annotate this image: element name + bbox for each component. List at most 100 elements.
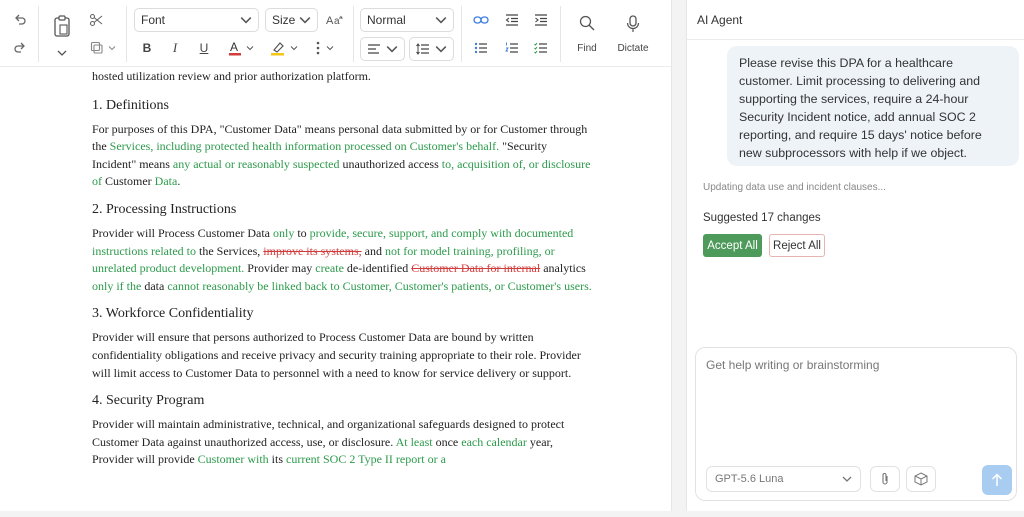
dictate-label: Dictate: [617, 42, 649, 54]
line-spacing-select[interactable]: [409, 37, 454, 61]
ribbon-toolbar: Font Size Aa B I U A Normal Find Dictate: [0, 0, 671, 67]
chevron-down-icon: [326, 46, 334, 51]
indent-icon: [535, 14, 547, 26]
document-body[interactable]: hosted utilization review and prior auth…: [92, 68, 592, 469]
suggested-changes-count: Suggested 17 changes: [703, 212, 821, 224]
underline-icon: U: [199, 41, 209, 55]
highlight-button[interactable]: [266, 38, 302, 58]
text-case-icon: Aa: [326, 15, 343, 27]
chevron-down-icon: [299, 17, 311, 24]
search-icon: [579, 15, 595, 30]
font-color-button[interactable]: A: [224, 38, 258, 58]
tracked-insertion[interactable]: Services, including protected health inf…: [110, 139, 499, 153]
font-size-select[interactable]: Size: [265, 8, 318, 32]
copy-button[interactable]: [86, 38, 120, 58]
highlighter-icon: [271, 42, 284, 56]
more-vertical-icon: [316, 41, 320, 55]
chevron-down-icon: [108, 46, 116, 51]
chevron-down-icon: [842, 476, 852, 482]
scissors-icon: [89, 13, 103, 27]
agent-header: AI Agent: [687, 0, 1024, 40]
accept-all-button[interactable]: Accept All: [703, 234, 762, 257]
text-run: its: [268, 452, 286, 467]
user-message-bubble: Please revise this DPA for a healthcare …: [727, 46, 1019, 166]
link-icon: [473, 16, 489, 24]
tracked-deletion[interactable]: Customer Data for internal: [411, 261, 540, 275]
tracked-insertion[interactable]: Customer with: [198, 452, 269, 466]
italic-icon: I: [172, 40, 178, 55]
microphone-icon: [626, 14, 640, 32]
find-label: Find: [577, 42, 597, 54]
security-paragraph: Provider will maintain administrative, t…: [92, 416, 592, 469]
alignment-select[interactable]: [360, 37, 405, 61]
workforce-paragraph: Provider will ensure that persons author…: [92, 330, 581, 380]
send-button[interactable]: [982, 465, 1012, 495]
bullet-list-button[interactable]: [470, 38, 492, 58]
paste-button[interactable]: [50, 12, 74, 40]
font-size-label: Size: [272, 13, 296, 27]
bold-icon: B: [142, 41, 152, 55]
chevron-down-icon: [246, 46, 254, 51]
dictate-button[interactable]: Dictate: [612, 10, 654, 58]
toolbar-divider: [38, 6, 39, 62]
section-heading: 3. Workforce Confidentiality: [92, 306, 254, 322]
text-run: .: [177, 174, 181, 189]
cut-button[interactable]: [86, 10, 106, 30]
paragraph-style-select[interactable]: Normal: [360, 8, 454, 32]
tracked-insertion[interactable]: only if the: [92, 279, 141, 293]
more-formatting-button[interactable]: [310, 38, 340, 58]
copy-icon: [90, 41, 103, 54]
intro-paragraph: hosted utilization review and prior auth…: [92, 68, 592, 86]
find-button[interactable]: Find: [568, 10, 606, 58]
chevron-down-icon: [57, 50, 67, 56]
tracked-insertion[interactable]: cannot reasonably be linked back to Cust…: [167, 279, 591, 293]
tracked-insertion[interactable]: only: [273, 226, 294, 240]
chevron-down-icon: [290, 46, 298, 51]
italic-button[interactable]: I: [166, 38, 184, 58]
bullet-list-icon: [474, 42, 487, 54]
numbered-list-button[interactable]: [501, 38, 523, 58]
undo-button[interactable]: [10, 10, 30, 30]
section-heading: 4. Security Program: [92, 393, 205, 409]
underline-button[interactable]: U: [195, 38, 213, 58]
tracked-insertion[interactable]: current SOC 2 Type II report or a: [286, 452, 446, 466]
tracked-deletion[interactable]: improve its systems,: [263, 244, 361, 258]
cube-icon: [914, 472, 928, 486]
text-run: de-identified: [343, 261, 412, 276]
toolbar-divider: [126, 6, 127, 62]
text-run: Provider may: [244, 261, 316, 276]
tracked-insertion[interactable]: Data: [155, 174, 178, 188]
ai-agent-panel: AI Agent Please revise this DPA for a he…: [686, 0, 1024, 511]
document-editor: Font Size Aa B I U A Normal Find Dictate…: [0, 0, 672, 511]
paperclip-icon: [882, 473, 888, 485]
font-family-select[interactable]: Font: [134, 8, 259, 32]
model-select[interactable]: GPT-5.6 Luna: [706, 466, 861, 492]
text-run: Customer: [102, 174, 155, 189]
tracked-insertion[interactable]: any actual or reasonably suspected: [173, 157, 340, 171]
bold-button[interactable]: B: [138, 38, 156, 58]
outdent-icon: [505, 14, 518, 26]
change-case-button[interactable]: Aa: [324, 9, 346, 31]
paste-options-chevron[interactable]: [54, 46, 70, 60]
paragraph-style-label: Normal: [367, 13, 406, 27]
increase-indent-button[interactable]: [530, 10, 552, 30]
decrease-indent-button[interactable]: [501, 10, 523, 30]
link-button[interactable]: [470, 10, 492, 30]
chat-composer: GPT-5.6 Luna: [695, 347, 1017, 501]
chat-input[interactable]: [706, 358, 1006, 448]
font-color-icon: A: [229, 40, 241, 56]
tools-button[interactable]: [906, 466, 936, 492]
processing-paragraph: Provider will Process Customer Data only…: [92, 225, 592, 295]
checklist-button[interactable]: [530, 38, 552, 58]
tracked-insertion[interactable]: create: [315, 261, 344, 275]
redo-button[interactable]: [10, 38, 30, 58]
reject-all-button[interactable]: Reject All: [769, 234, 825, 257]
text-run: data: [141, 278, 168, 293]
numbered-list-icon: [505, 42, 518, 53]
text-run: once: [432, 434, 462, 449]
tracked-insertion[interactable]: each calendar: [461, 435, 527, 449]
chevron-down-icon: [435, 46, 447, 53]
attach-button[interactable]: [870, 466, 900, 492]
tracked-insertion[interactable]: At least: [396, 435, 433, 449]
align-left-icon: [368, 44, 380, 54]
